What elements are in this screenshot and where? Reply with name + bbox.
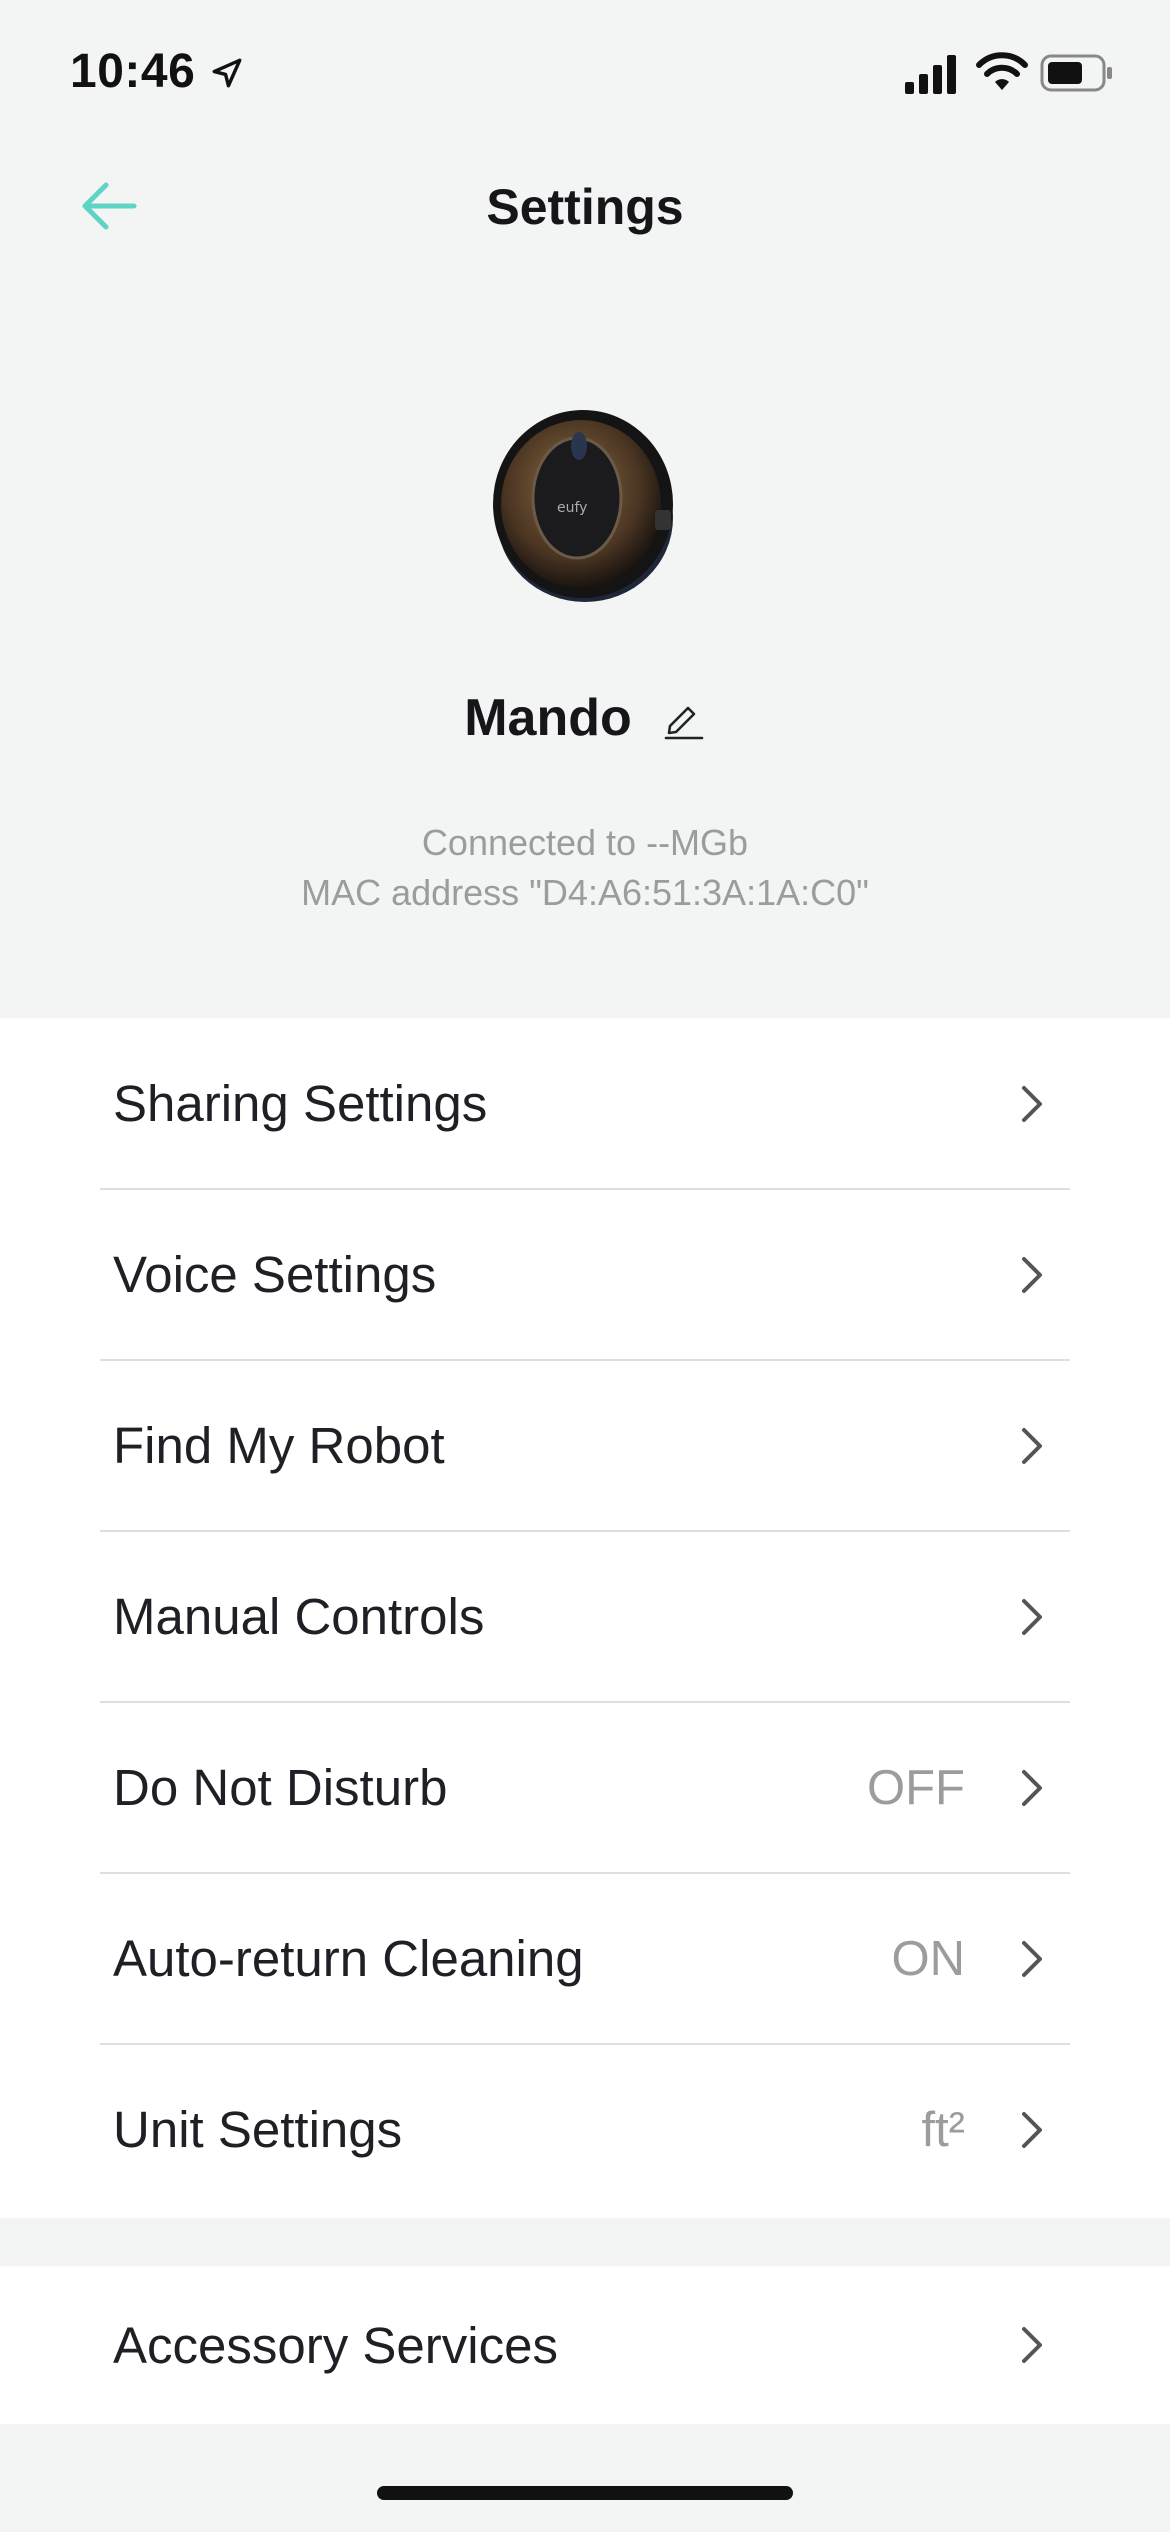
row-label: Accessory Services bbox=[113, 2316, 558, 2374]
manual-controls-row[interactable]: Manual Controls bbox=[0, 1531, 1170, 1702]
row-label: Auto-return Cleaning bbox=[113, 1930, 584, 1987]
chevron-right-icon bbox=[1022, 1085, 1042, 1122]
auto-return-cleaning-row[interactable]: Auto-return Cleaning ON bbox=[0, 1873, 1170, 2044]
connection-status: Connected to --MGb bbox=[421, 822, 749, 863]
chevron-right-icon bbox=[1022, 2111, 1042, 2148]
battery-icon bbox=[1040, 54, 1112, 92]
chevron-right-icon bbox=[1022, 1769, 1042, 1806]
connection-info: Connected to --MGb MAC address "D4:A6:51… bbox=[0, 818, 1170, 918]
row-label: Sharing Settings bbox=[113, 1075, 488, 1132]
row-label: Find My Robot bbox=[113, 1417, 445, 1474]
mac-address: MAC address "D4:A6:51:3A:1A:C0" bbox=[301, 872, 869, 913]
row-value: ft² bbox=[921, 2102, 965, 2157]
settings-list: Sharing Settings Voice Settings Find My … bbox=[0, 1018, 1170, 2218]
row-label: Unit Settings bbox=[113, 2101, 403, 2158]
accessory-section: Accessory Services bbox=[0, 2266, 1170, 2424]
chevron-right-icon bbox=[1022, 1940, 1042, 1977]
status-time: 10:46 bbox=[70, 45, 196, 98]
do-not-disturb-row[interactable]: Do Not Disturb OFF bbox=[0, 1702, 1170, 1873]
robot-vacuum-image: eufy bbox=[493, 410, 673, 602]
robot-brand-mark: eufy bbox=[557, 500, 587, 516]
voice-settings-row[interactable]: Voice Settings bbox=[0, 1189, 1170, 1360]
row-value: ON bbox=[891, 1931, 966, 1986]
signal-icon bbox=[905, 55, 956, 94]
status-bar: 10:46 bbox=[0, 0, 1170, 150]
chevron-right-icon bbox=[1022, 1427, 1042, 1464]
row-label: Manual Controls bbox=[113, 1588, 485, 1645]
find-my-robot-row[interactable]: Find My Robot bbox=[0, 1360, 1170, 1531]
home-indicator[interactable] bbox=[377, 2486, 793, 2500]
settings-screen: 10:46 Settings eufy Mando Connected to -… bbox=[0, 0, 1170, 2532]
chevron-right-icon bbox=[1022, 2327, 1042, 2363]
accessory-services-row[interactable]: Accessory Services bbox=[0, 2266, 1170, 2424]
edit-pencil-icon[interactable] bbox=[662, 696, 706, 740]
unit-settings-row[interactable]: Unit Settings ft² bbox=[0, 2044, 1170, 2215]
chevron-right-icon bbox=[1022, 1598, 1042, 1635]
wifi-icon bbox=[976, 52, 1028, 90]
location-arrow-icon bbox=[212, 58, 242, 88]
row-label: Voice Settings bbox=[113, 1246, 437, 1303]
chevron-right-icon bbox=[1022, 1256, 1042, 1293]
device-name-row: Mando bbox=[0, 688, 1170, 748]
row-label: Do Not Disturb bbox=[113, 1759, 448, 1816]
page-title: Settings bbox=[486, 179, 684, 235]
sharing-settings-row[interactable]: Sharing Settings bbox=[0, 1018, 1170, 1189]
device-name: Mando bbox=[464, 689, 632, 747]
row-value: OFF bbox=[867, 1760, 965, 1815]
